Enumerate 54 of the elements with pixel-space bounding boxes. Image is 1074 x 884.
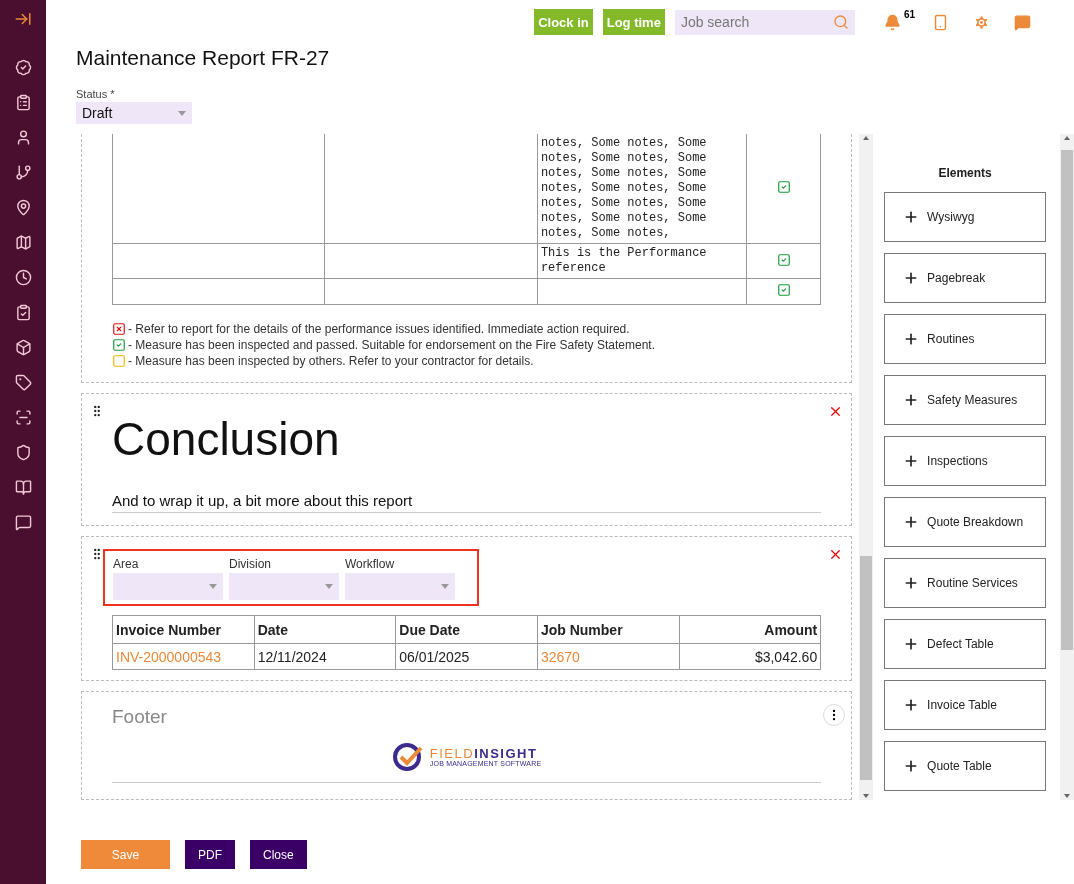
element-button[interactable]: Safety Measures bbox=[884, 375, 1047, 425]
element-button[interactable]: Wysiwyg bbox=[884, 192, 1047, 242]
notes-text: notes, Some notes, Some notes, Some notes, Some notes, Some notes, Some notes, Some notes, Some notes, Some notes, Some notes, Some notes, Some notes, Some notes, bbox=[540, 136, 708, 241]
filter-label: Workflow bbox=[345, 557, 396, 571]
panel-title: Elements bbox=[938, 166, 992, 180]
scrollbar[interactable] bbox=[1060, 134, 1074, 800]
column-header: Due Date bbox=[395, 615, 538, 644]
check-box-icon bbox=[112, 338, 126, 352]
element-button[interactable]: Pagebreak bbox=[884, 253, 1047, 303]
conclusion-subheading: And to wrap it up, a bit more about this report bbox=[112, 492, 822, 513]
badge-icon[interactable] bbox=[13, 57, 33, 77]
empty-box-icon bbox=[112, 354, 126, 368]
conclusion-heading: Conclusion bbox=[112, 412, 341, 466]
action-button[interactable]: PDF bbox=[185, 840, 235, 869]
page-title: Maintenance Report FR-27 bbox=[76, 46, 331, 70]
filter-label: Area bbox=[113, 557, 140, 571]
more-options-button[interactable] bbox=[823, 704, 846, 726]
bell-icon[interactable] bbox=[883, 13, 901, 31]
table-cell: $3,042.60 bbox=[679, 643, 821, 670]
search-field[interactable]: Job search bbox=[674, 9, 855, 35]
element-button[interactable]: Inspections bbox=[884, 436, 1047, 486]
table-cell: 06/01/2025 bbox=[395, 643, 538, 670]
element-button[interactable]: Quote Breakdown bbox=[884, 497, 1047, 547]
element-button[interactable]: Defect Table bbox=[884, 619, 1047, 669]
action-button[interactable]: Close bbox=[250, 840, 307, 869]
filter-label: Division bbox=[229, 557, 272, 571]
legend-text: - Refer to report for the details of the performance issues identified. Immediate action required. bbox=[128, 322, 630, 336]
notification-count: 61 bbox=[903, 8, 915, 20]
column-header: Job Number bbox=[537, 615, 680, 644]
notes-text: This is the Performance reference bbox=[540, 246, 708, 276]
column-header: Invoice Number bbox=[112, 615, 255, 644]
scrollbar[interactable] bbox=[859, 134, 874, 800]
element-button[interactable]: Invoice Table bbox=[884, 680, 1047, 730]
phone-icon[interactable] bbox=[932, 13, 949, 31]
cross-box-icon bbox=[112, 322, 126, 336]
clock-icon[interactable] bbox=[13, 267, 33, 287]
table-cell: 12/11/2024 bbox=[254, 643, 396, 670]
cube-icon[interactable] bbox=[13, 337, 33, 357]
element-button[interactable]: Routines bbox=[884, 314, 1047, 364]
scan-icon[interactable] bbox=[13, 407, 33, 427]
column-header: Date bbox=[254, 615, 396, 644]
status-label: Status * bbox=[76, 88, 116, 100]
legend-text: - Measure has been inspected by others. Refer to your contractor for details. bbox=[128, 354, 534, 368]
tag-icon[interactable] bbox=[13, 372, 33, 392]
footer-title: Footer bbox=[112, 706, 168, 728]
status-select[interactable]: Draft bbox=[76, 102, 192, 124]
legend-text: - Measure has been inspected and passed. Suitable for endorsement on the Fire Safety Statement. bbox=[128, 338, 655, 352]
element-button[interactable]: Routine Services bbox=[884, 558, 1047, 608]
book-icon[interactable] bbox=[13, 477, 33, 497]
chat-icon[interactable] bbox=[13, 512, 33, 532]
element-button[interactable]: Quote Table bbox=[884, 741, 1047, 791]
settings-icon[interactable] bbox=[973, 13, 990, 31]
column-header: Amount bbox=[679, 615, 821, 644]
branch-icon[interactable] bbox=[13, 162, 33, 182]
